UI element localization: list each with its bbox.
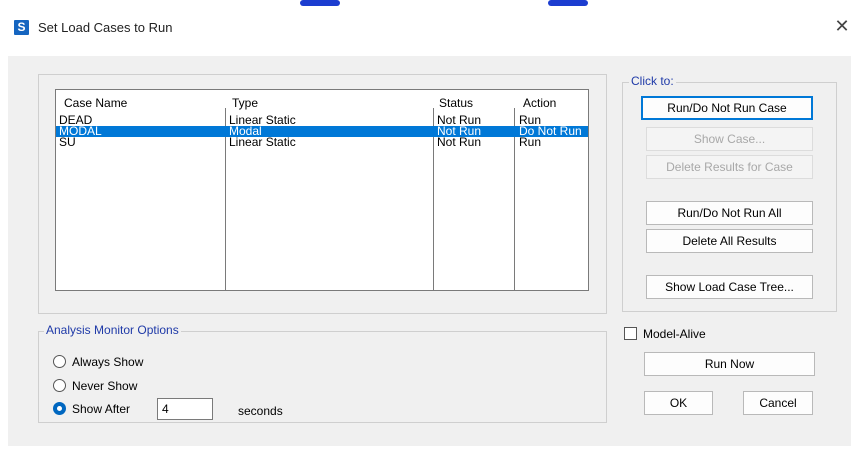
show-after-radio[interactable] xyxy=(53,402,66,415)
cell-action: Run xyxy=(519,135,542,149)
close-icon[interactable]: ✕ xyxy=(832,16,852,36)
column-header-status[interactable]: Status xyxy=(439,96,473,110)
column-header-case-name[interactable]: Case Name xyxy=(64,96,127,110)
column-header-type[interactable]: Type xyxy=(232,96,258,110)
cell-type: Linear Static xyxy=(229,135,296,149)
show-load-case-tree-button[interactable]: Show Load Case Tree... xyxy=(646,275,813,299)
seconds-label: seconds xyxy=(238,404,283,418)
show-after-seconds-input[interactable]: 4 xyxy=(157,398,213,420)
analysis-monitor-label: Analysis Monitor Options xyxy=(44,323,181,337)
always-show-label: Always Show xyxy=(72,355,144,369)
delete-results-for-case-button[interactable]: Delete Results for Case xyxy=(646,155,813,179)
run-do-not-run-all-button[interactable]: Run/Do Not Run All xyxy=(646,201,813,225)
ok-button[interactable]: OK xyxy=(644,391,713,415)
show-case-button[interactable]: Show Case... xyxy=(646,127,813,151)
run-do-not-run-case-button[interactable]: Run/Do Not Run Case xyxy=(641,96,813,120)
model-alive-label: Model-Alive xyxy=(643,327,706,341)
window-title: Set Load Cases to Run xyxy=(38,20,173,35)
show-after-label: Show After xyxy=(72,402,131,416)
cell-case-name: SU xyxy=(59,135,76,149)
background-graphic xyxy=(548,0,588,6)
click-to-label: Click to: xyxy=(629,74,676,88)
load-cases-table[interactable]: Case Name Type Status Action DEAD Linear… xyxy=(55,89,589,291)
table-row[interactable]: MODAL Modal Not Run Do Not Run xyxy=(56,125,588,138)
background-window-strip xyxy=(0,0,858,12)
cell-status: Not Run xyxy=(437,135,482,149)
model-alive-checkbox[interactable] xyxy=(624,327,637,340)
run-now-button[interactable]: Run Now xyxy=(644,352,815,376)
never-show-radio[interactable] xyxy=(53,379,66,392)
delete-all-results-button[interactable]: Delete All Results xyxy=(646,229,813,253)
column-header-action[interactable]: Action xyxy=(523,96,556,110)
table-row[interactable]: DEAD Linear Static Not Run Run xyxy=(56,114,588,127)
table-row[interactable]: SU Linear Static Not Run Run xyxy=(56,135,588,149)
never-show-label: Never Show xyxy=(72,379,138,393)
background-graphic xyxy=(300,0,340,6)
always-show-radio[interactable] xyxy=(53,355,66,368)
cancel-button[interactable]: Cancel xyxy=(743,391,813,415)
app-icon: S xyxy=(14,20,29,35)
